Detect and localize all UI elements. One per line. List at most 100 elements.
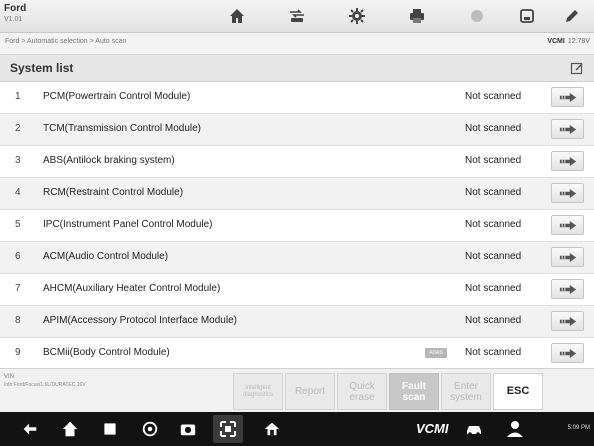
screenshot-icon: [220, 421, 236, 437]
enter-module-button[interactable]: [551, 215, 584, 235]
row-index: 2: [15, 123, 21, 134]
arrow-right-icon: [559, 124, 576, 134]
diag-home-icon: [264, 422, 280, 436]
vehicle-nav-button[interactable]: [464, 419, 484, 439]
scan-status: Not scanned: [465, 155, 522, 166]
system-nav-bar: VCMI 5:09 PM: [0, 412, 594, 446]
row-index: 1: [15, 91, 21, 102]
table-row[interactable]: 7 AHCM(Auxiliary Heater Control Module) No…: [0, 274, 594, 306]
table-row[interactable]: 1 PCM(Powertrain Control Module) Not scann…: [0, 82, 594, 114]
scan-status: Not scanned: [465, 219, 522, 230]
arrow-right-icon: [559, 188, 576, 198]
settings-button[interactable]: [327, 0, 387, 32]
fault-scan-button[interactable]: Fault scan: [389, 373, 439, 410]
home-nav-button[interactable]: [60, 419, 80, 439]
arrow-right-icon: [559, 284, 576, 294]
system-list-title: System list: [10, 61, 74, 75]
module-name: BCMii(Body Control Module): [43, 347, 170, 358]
user-nav-button[interactable]: [505, 419, 525, 439]
diag-home-button[interactable]: [262, 419, 282, 439]
save-button[interactable]: [507, 0, 547, 32]
enter-module-button[interactable]: [551, 183, 584, 203]
breadcrumb: Ford > Automatic selection > Auto scan: [5, 38, 127, 45]
camera-icon: [180, 424, 196, 436]
scan-status: Not scanned: [465, 123, 522, 134]
print-button[interactable]: [387, 0, 447, 32]
home-button[interactable]: [207, 0, 267, 32]
enter-module-button[interactable]: [551, 87, 584, 107]
table-row[interactable]: 3 ABS(Antilock braking system) Not scanned: [0, 146, 594, 178]
edit-icon: [566, 10, 578, 22]
enter-module-button[interactable]: [551, 119, 584, 139]
vehicle-info: Info:Ford/Focus/1.6L/DURATEC,16V: [4, 382, 86, 388]
table-row[interactable]: 5 IPC(Instrument Panel Control Module) Not…: [0, 210, 594, 242]
table-row[interactable]: 9 BCMii(Body Control Module) ADAS Not scann…: [0, 338, 594, 367]
module-name: IPC(Instrument Panel Control Module): [43, 219, 213, 230]
footer-bar: VIN Info:Ford/Focus/1.6L/DURATEC,16V Int…: [0, 368, 594, 413]
arrow-right-icon: [559, 316, 576, 326]
vcmi-label: VCMI: [547, 38, 565, 45]
scan-status: Not scanned: [465, 347, 522, 358]
help-button[interactable]: [447, 0, 507, 32]
row-index: 3: [15, 155, 21, 166]
module-name: AHCM(Auxiliary Heater Control Module): [43, 283, 221, 294]
vin-label: VIN: [4, 374, 15, 380]
arrow-right-icon: [559, 348, 576, 358]
battery-voltage: 12.78V: [567, 38, 590, 45]
enter-system-button[interactable]: Enter system: [441, 373, 491, 410]
scan-status: Not scanned: [465, 187, 522, 198]
brand-name: Ford: [4, 3, 27, 14]
module-tag: ADAS: [425, 348, 447, 358]
enter-module-button[interactable]: [551, 343, 584, 363]
system-list-header: System list: [0, 55, 594, 82]
table-row[interactable]: 8 APIM(Accessory Protocol Interface Modul…: [0, 306, 594, 338]
home-nav-icon: [62, 421, 78, 437]
help-icon: [471, 10, 483, 22]
recent-apps-button[interactable]: [100, 419, 120, 439]
back-button[interactable]: [20, 419, 40, 439]
scan-status: Not scanned: [465, 315, 522, 326]
arrow-right-icon: [559, 252, 576, 262]
save-icon: [520, 9, 534, 23]
module-name: ABS(Antilock braking system): [43, 155, 175, 166]
module-name: RCM(Restraint Control Module): [43, 187, 184, 198]
arrow-right-icon: [559, 92, 576, 102]
module-name: TCM(Transmission Control Module): [43, 123, 201, 134]
row-index: 9: [15, 347, 21, 358]
report-button[interactable]: Report: [285, 373, 335, 410]
table-row[interactable]: 2 TCM(Transmission Control Module) Not sca…: [0, 114, 594, 146]
browser-button[interactable]: [140, 419, 160, 439]
browser-icon: [142, 421, 158, 437]
screenshot-button[interactable]: [213, 415, 243, 443]
row-index: 8: [15, 315, 21, 326]
edit-list-icon[interactable]: [570, 61, 584, 75]
arrow-right-icon: [559, 156, 576, 166]
print-icon: [410, 9, 424, 23]
vehicle-swap-icon: [290, 9, 304, 22]
intelligent-diagnostics-button[interactable]: Intelligent diagnostics: [233, 373, 283, 410]
breadcrumb-row: Ford > Automatic selection > Auto scan V…: [0, 33, 594, 55]
car-icon: [467, 426, 481, 436]
table-row[interactable]: 6 ACM(Audio Control Module) Not scanned: [0, 242, 594, 274]
scan-status: Not scanned: [465, 283, 522, 294]
vehicle-swap-button[interactable]: [267, 0, 327, 32]
esc-button[interactable]: ESC: [493, 373, 543, 410]
scan-status: Not scanned: [465, 91, 522, 102]
camera-button[interactable]: [178, 419, 198, 439]
enter-module-button[interactable]: [551, 247, 584, 267]
row-index: 4: [15, 187, 21, 198]
enter-module-button[interactable]: [551, 151, 584, 171]
status-clock: 5:09 PM: [567, 425, 590, 431]
scan-status: Not scanned: [465, 251, 522, 262]
enter-module-button[interactable]: [551, 279, 584, 299]
table-row[interactable]: 4 RCM(Restraint Control Module) Not scanne…: [0, 178, 594, 210]
home-icon: [230, 9, 244, 23]
recent-apps-icon: [104, 423, 116, 435]
top-toolbar: Ford V1.01: [0, 0, 594, 33]
edit-button[interactable]: [552, 0, 592, 32]
back-icon: [23, 423, 37, 435]
vcmi-nav-label[interactable]: VCMI: [416, 421, 449, 436]
enter-module-button[interactable]: [551, 311, 584, 331]
module-name: APIM(Accessory Protocol Interface Module…: [43, 315, 237, 326]
quick-erase-button[interactable]: Quick erase: [337, 373, 387, 410]
